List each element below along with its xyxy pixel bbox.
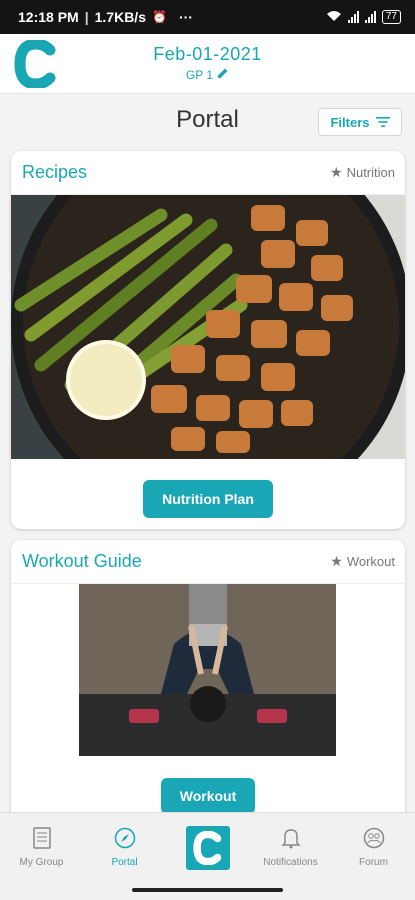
card-tag: ★ Nutrition bbox=[330, 164, 395, 181]
app-logo-button[interactable] bbox=[185, 825, 230, 870]
nav-label: Portal bbox=[111, 857, 138, 868]
nav-label: Forum bbox=[359, 857, 388, 868]
nav-portal[interactable]: Portal bbox=[83, 813, 166, 882]
header-date: Feb-01-2021 bbox=[153, 44, 262, 64]
nav-home[interactable] bbox=[166, 813, 249, 882]
recipe-photo bbox=[11, 195, 405, 459]
group-label: GP 1 bbox=[185, 67, 214, 82]
title-row: Portal Filters bbox=[0, 96, 415, 146]
card-title: Recipes bbox=[22, 162, 88, 182]
workout-photo bbox=[79, 584, 336, 756]
nav-label: Notifications bbox=[263, 857, 318, 868]
status-time: 12:18 PM bbox=[18, 9, 79, 25]
more-dots: ··· bbox=[178, 9, 193, 25]
star-icon: ★ bbox=[330, 553, 343, 569]
edit-icon[interactable] bbox=[217, 67, 229, 82]
bottom-nav: My Group Portal Notifications Forum bbox=[0, 812, 415, 882]
card-title: Workout Guide bbox=[22, 551, 142, 571]
signal-icon-2 bbox=[364, 11, 376, 23]
filters-label: Filters bbox=[330, 114, 370, 130]
battery-icon: 77 bbox=[381, 10, 401, 24]
date-block: Feb-01-2021 GP 1 bbox=[0, 44, 415, 84]
filters-button[interactable]: Filters bbox=[318, 108, 402, 136]
recipes-card[interactable]: Recipes ★ Nutrition Nutrition Plan bbox=[11, 151, 405, 529]
nav-my-group[interactable]: My Group bbox=[0, 813, 83, 882]
card-tag: ★ Workout bbox=[330, 553, 395, 570]
app-header: Feb-01-2021 GP 1 bbox=[0, 34, 415, 94]
group-selector[interactable]: GP 1 bbox=[186, 67, 229, 82]
home-indicator[interactable] bbox=[132, 888, 283, 892]
nav-label: My Group bbox=[19, 857, 64, 868]
compass-icon bbox=[114, 827, 136, 852]
nav-forum[interactable]: Forum bbox=[332, 813, 415, 882]
nav-notifications[interactable]: Notifications bbox=[249, 813, 332, 882]
signal-icon bbox=[347, 11, 359, 23]
system-home-bar bbox=[0, 882, 415, 900]
filter-icon bbox=[375, 115, 390, 130]
wifi-icon bbox=[326, 10, 342, 25]
alarm-icon: ⏰ bbox=[151, 10, 167, 24]
card-tag-label: Nutrition bbox=[346, 165, 395, 180]
nutrition-plan-button[interactable]: Nutrition Plan bbox=[143, 480, 273, 518]
workout-card[interactable]: Workout Guide ★ Workout Workout bbox=[11, 540, 405, 840]
document-icon bbox=[32, 827, 52, 852]
card-header: Workout Guide ★ Workout bbox=[11, 540, 405, 584]
people-icon bbox=[363, 827, 385, 852]
star-icon: ★ bbox=[330, 164, 343, 180]
status-speed: 1.7KB/s bbox=[94, 9, 146, 25]
status-bar: 12:18 PM | 1.7KB/s ⏰ ··· 77 bbox=[0, 0, 415, 34]
card-tag-label: Workout bbox=[346, 554, 395, 569]
workout-button[interactable]: Workout bbox=[161, 778, 255, 814]
bell-icon bbox=[280, 827, 301, 852]
card-header: Recipes ★ Nutrition bbox=[11, 151, 405, 195]
